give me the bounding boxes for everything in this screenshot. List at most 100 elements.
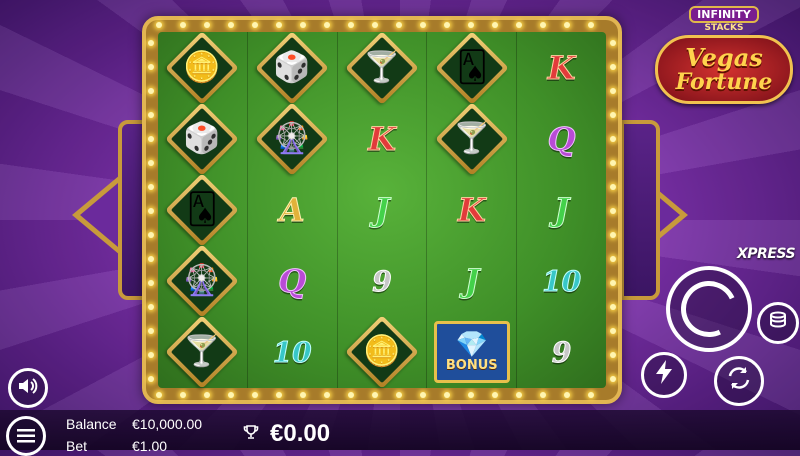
reel-cell: J xyxy=(517,174,606,245)
spin-arrow-icon xyxy=(673,273,745,345)
reel-3: 🍸 K J 9 🪙 xyxy=(338,30,428,390)
marquee-bulb xyxy=(610,280,616,286)
marquee-bulb xyxy=(372,392,378,398)
marquee-bulb xyxy=(204,22,210,28)
marquee-bulb xyxy=(468,22,474,28)
marquee-bulb xyxy=(540,22,546,28)
reel-cell: 🎲 xyxy=(158,102,247,176)
marquee-bulb xyxy=(276,22,282,28)
coin-stack-icon: 🪙 xyxy=(183,49,222,85)
reel-cell: Q xyxy=(248,246,337,317)
reel-cell: 🪙 xyxy=(158,30,247,105)
symbol-tile: 🪙 xyxy=(165,30,240,105)
reel-cell: 🍸 xyxy=(158,315,247,390)
marquee-bulb xyxy=(588,392,594,398)
marquee-bulb xyxy=(228,22,234,28)
marquee-bulb xyxy=(492,22,498,28)
marquee-bulb xyxy=(148,352,154,358)
reel-cell: Q xyxy=(517,103,606,174)
marquee-bulb xyxy=(610,184,616,190)
roulette-icon: 🎡 xyxy=(183,263,222,299)
symbol-tile: 🍸 xyxy=(435,102,509,176)
marquee-bulb xyxy=(148,376,154,382)
letter-symbol: 10 xyxy=(542,264,582,298)
marquee-bulb xyxy=(588,22,594,28)
marquee-bulb xyxy=(564,392,570,398)
marquee-bulb xyxy=(610,160,616,166)
marquee-bulb xyxy=(610,304,616,310)
symbol-tile: 🎲 xyxy=(255,30,329,105)
turbo-button[interactable] xyxy=(641,352,687,398)
marquee-bulb xyxy=(148,160,154,166)
marquee-bulb xyxy=(148,280,154,286)
logo-vegas-text: Vegas xyxy=(685,42,763,72)
letter-symbol: 9 xyxy=(372,264,393,298)
symbol-tile: 🍸 xyxy=(345,30,419,105)
letter-symbol: J xyxy=(464,262,480,301)
marquee-bulb xyxy=(540,392,546,398)
cocktail-icon: 🍸 xyxy=(453,120,491,156)
marquee-bulb xyxy=(148,304,154,310)
letter-symbol: Q xyxy=(278,262,307,301)
marquee-bulb xyxy=(156,392,162,398)
balance-value: €10,000.00 xyxy=(132,416,203,432)
letter-symbol: K xyxy=(368,119,397,158)
reel-cell: 🎡 xyxy=(158,244,247,318)
logo-fortune-text: Fortune xyxy=(675,68,773,95)
bottom-bar xyxy=(0,410,800,450)
left-arrow-decoration xyxy=(72,175,120,255)
trophy-icon xyxy=(243,424,259,444)
marquee-bulb xyxy=(148,208,154,214)
autoplay-icon xyxy=(725,364,753,398)
marquee-bulb xyxy=(610,256,616,262)
cocktail-icon: 🍸 xyxy=(363,49,401,85)
sound-button[interactable] xyxy=(8,368,48,408)
marquee-bulb xyxy=(372,22,378,28)
stake-button[interactable] xyxy=(757,302,799,344)
reel-cell: 🂡 xyxy=(158,173,247,247)
marquee-bulb xyxy=(564,22,570,28)
reel-cell: J xyxy=(427,246,516,317)
marquee-bulb xyxy=(444,392,450,398)
marquee-bulb xyxy=(610,376,616,382)
marquee-bulb xyxy=(156,22,162,28)
bet-value[interactable]: €1.00 xyxy=(132,438,167,454)
letter-symbol: J xyxy=(554,191,570,230)
bonus-symbol: 💎 BONUS xyxy=(433,321,510,384)
spin-button[interactable] xyxy=(666,266,752,352)
xpress-button[interactable]: XPRESS xyxy=(737,246,796,262)
marquee-bulb xyxy=(610,136,616,142)
dice-icon: 🎲 xyxy=(183,120,222,156)
marquee-bulb xyxy=(252,22,258,28)
marquee-bulb xyxy=(148,112,154,118)
marquee-bulb xyxy=(324,392,330,398)
letter-symbol: K xyxy=(547,48,576,87)
marquee-bulb xyxy=(228,392,234,398)
marquee-bulb xyxy=(610,64,616,70)
letter-symbol: 9 xyxy=(551,335,572,369)
symbol-tile: 🂡 xyxy=(435,30,509,105)
marquee-bulb xyxy=(468,392,474,398)
cocktail-icon: 🍸 xyxy=(183,334,222,370)
marquee-bulb xyxy=(610,88,616,94)
marquee-bulb xyxy=(610,208,616,214)
marquee-bulb xyxy=(204,392,210,398)
reel-cell: 9 xyxy=(517,317,606,388)
autoplay-button[interactable] xyxy=(714,356,764,406)
reel-cell: 🂡 xyxy=(427,30,516,105)
lightning-icon xyxy=(654,359,674,391)
reel-cell: K xyxy=(338,103,427,174)
letter-symbol: K xyxy=(457,191,486,230)
letter-symbol: J xyxy=(374,191,390,230)
reel-cell: 🎡 xyxy=(248,102,337,176)
reel-cell: K xyxy=(517,32,606,103)
logo-infinity-text: INFINITY xyxy=(689,6,759,23)
reel-cell: 💎 BONUS xyxy=(427,317,516,388)
marquee-bulb xyxy=(444,22,450,28)
marquee-bulb xyxy=(348,392,354,398)
reel-grid: 🪙 🎲 🂡 🎡 🍸 🎲 🎡 A Q 10 🍸 K J 9 🪙 🂡 🍸 K J 💎 BONUS K Q J 10 9 xyxy=(158,30,606,390)
reel-2: 🎲 🎡 A Q 10 xyxy=(248,30,338,388)
menu-button[interactable] xyxy=(6,416,46,456)
marquee-bulb xyxy=(148,328,154,334)
marquee-bulb xyxy=(148,40,154,46)
